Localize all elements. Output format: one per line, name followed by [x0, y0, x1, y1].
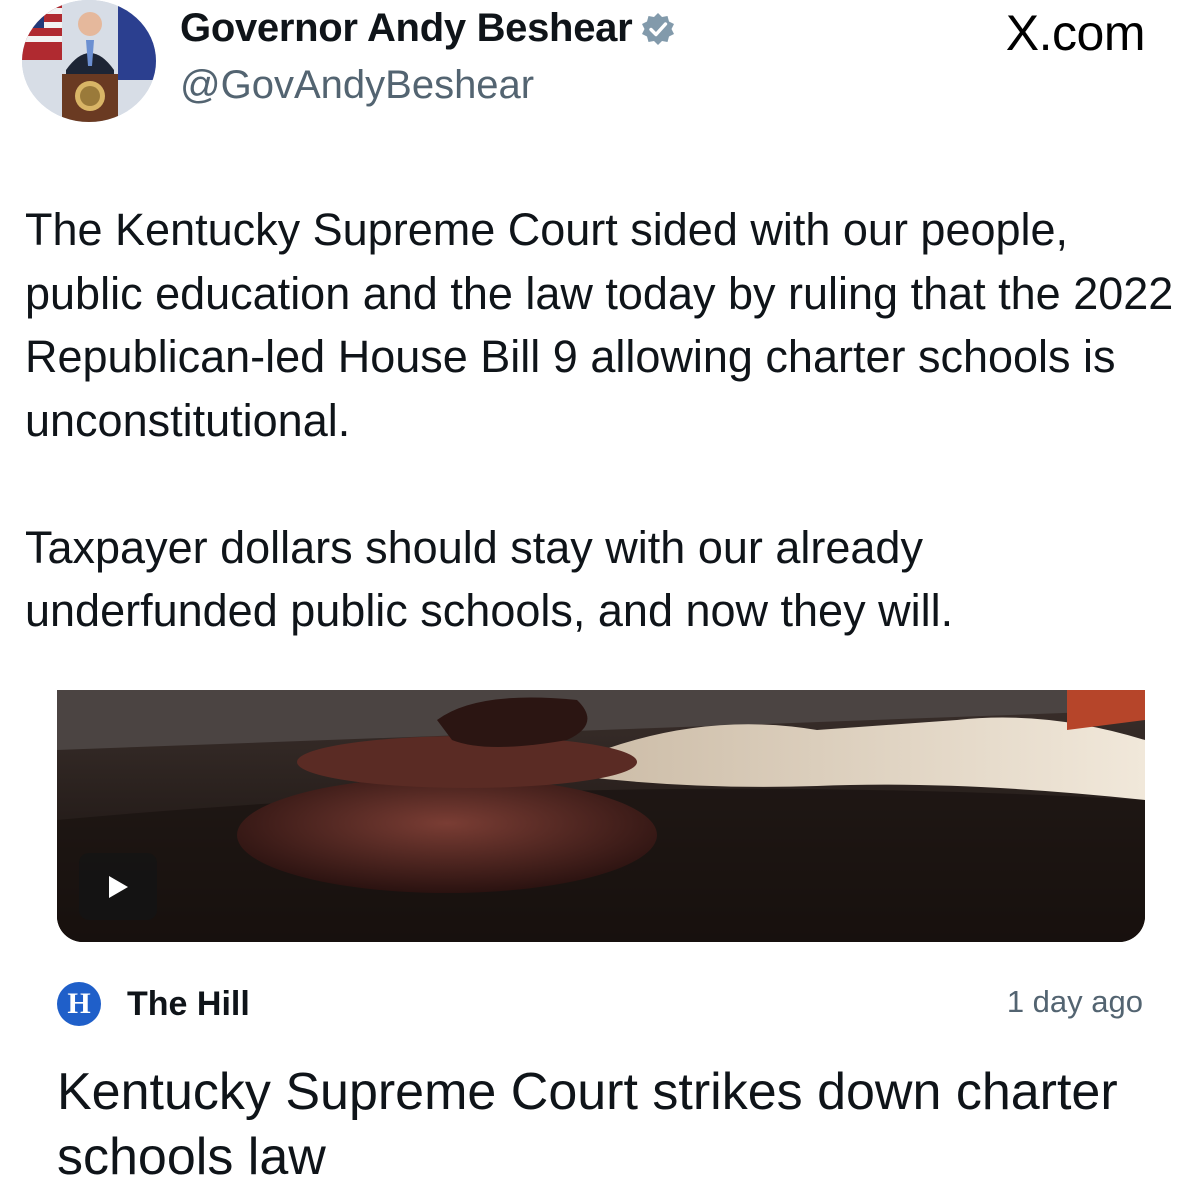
author-display-name[interactable]: Governor Andy Beshear: [180, 6, 633, 51]
card-headline[interactable]: Kentucky Supreme Court strikes down char…: [57, 1060, 1157, 1190]
tweet-text: The Kentucky Supreme Court sided with ou…: [25, 198, 1175, 643]
tweet-paragraph: The Kentucky Supreme Court sided with ou…: [25, 204, 1174, 446]
author-name-row[interactable]: Governor Andy Beshear: [180, 6, 676, 51]
author-handle[interactable]: @GovAndyBeshear: [180, 63, 534, 108]
card-source[interactable]: H The Hill: [57, 982, 250, 1026]
tweet-paragraph: Taxpayer dollars should stay with our al…: [25, 521, 954, 637]
verified-badge-icon: [642, 12, 675, 45]
play-button[interactable]: [79, 853, 157, 920]
avatar[interactable]: [22, 0, 156, 122]
gavel-image: [57, 690, 1145, 942]
source-logo-icon: H: [57, 982, 101, 1026]
play-icon: [109, 875, 128, 898]
card-timestamp: 1 day ago: [1006, 984, 1143, 1019]
source-name: The Hill: [127, 984, 250, 1023]
avatar-photo: [22, 0, 156, 122]
link-card-media[interactable]: [57, 690, 1145, 942]
brand-label: X.com: [1005, 5, 1146, 61]
